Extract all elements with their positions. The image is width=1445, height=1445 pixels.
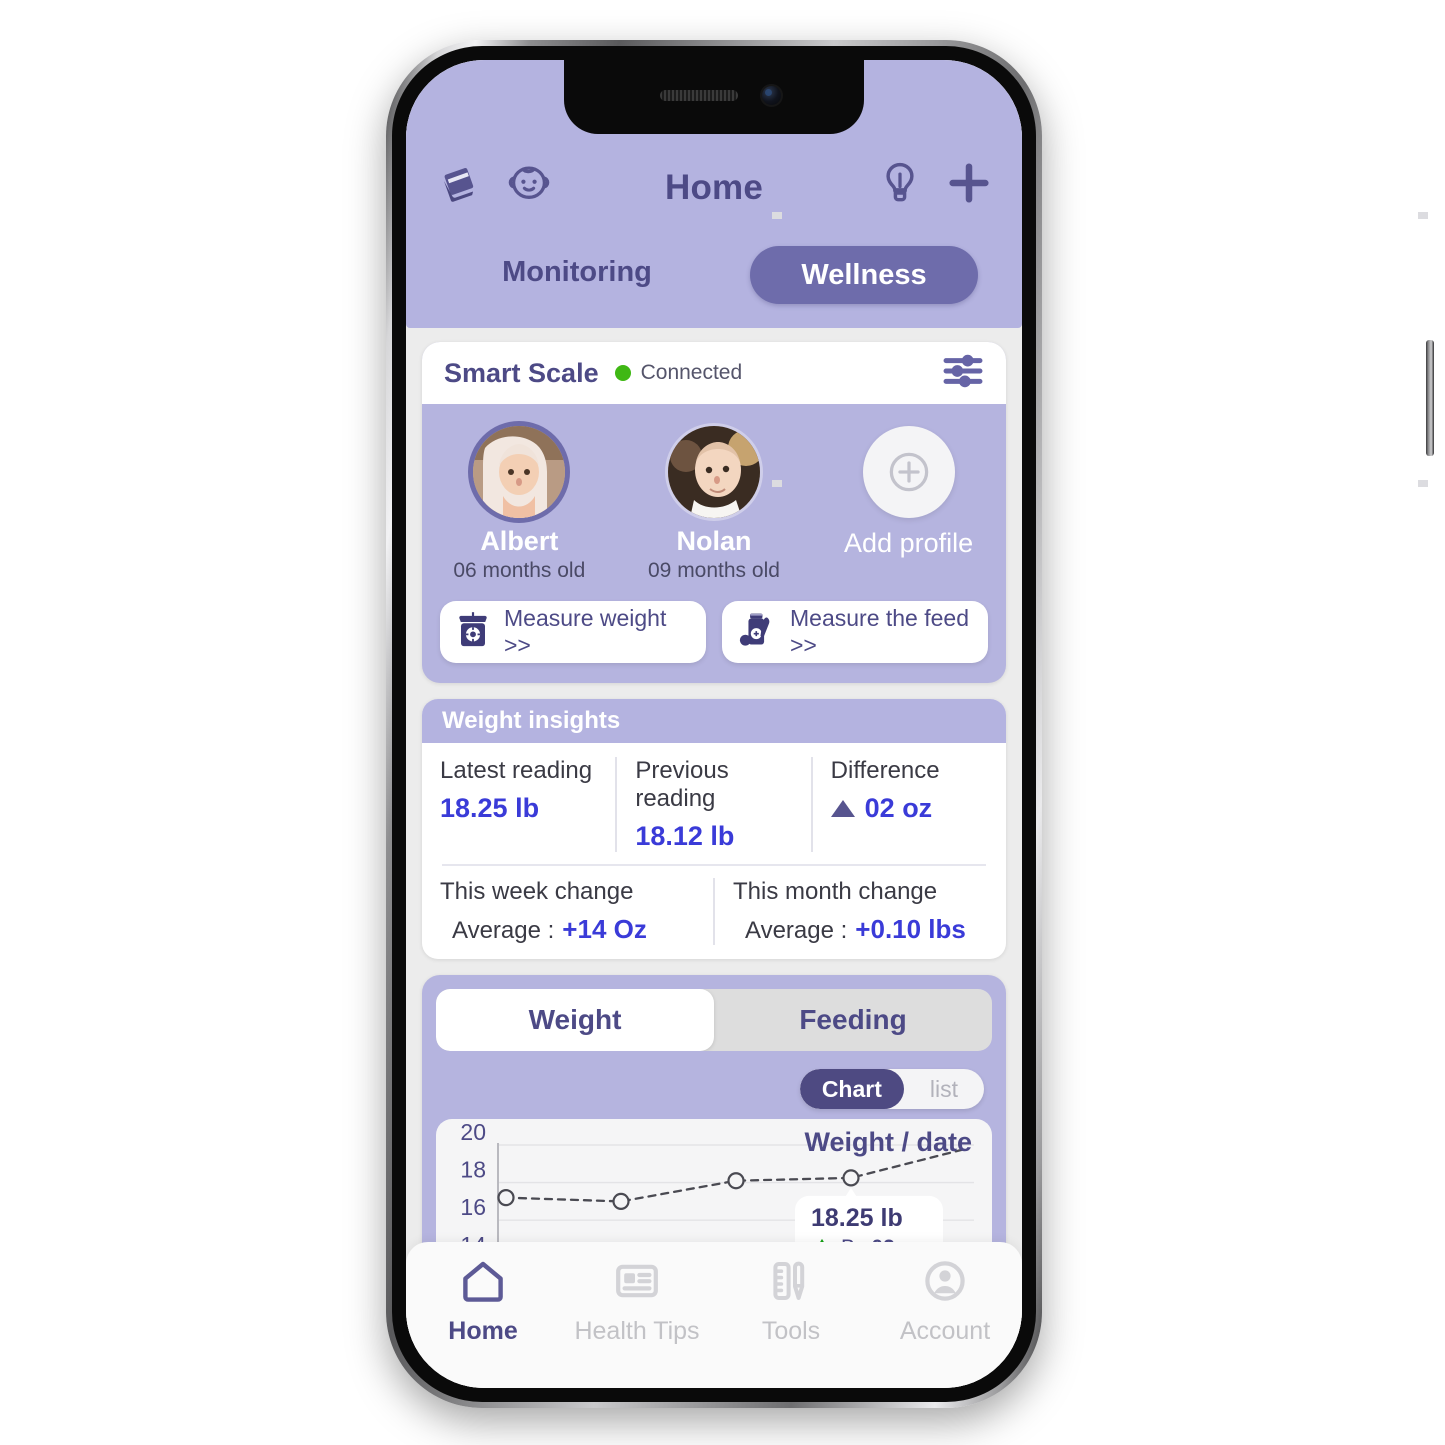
latest-reading-cell: Latest reading 18.25 lb — [422, 757, 615, 852]
tooltip-value: 18.25 lb — [811, 1204, 903, 1232]
y-axis-tick: 20 — [460, 1119, 486, 1145]
avatar-wrap — [422, 426, 617, 518]
front-camera — [760, 84, 783, 107]
previous-reading-label: Previous reading — [635, 757, 729, 812]
week-change-average: Average : +14 Oz — [440, 914, 695, 945]
profile-list: Albert 06 months old Nolan 09 months old… — [422, 404, 1006, 587]
tab-account-label: Account — [899, 1317, 991, 1345]
measure-weight-label: Measure weight >> — [504, 605, 667, 658]
insights-row-secondary: This week change Average : +14 Oz This mo… — [422, 866, 1006, 959]
avatar — [667, 426, 760, 518]
month-change-cell: This month change Average : +0.10 lbs — [713, 878, 1006, 945]
tab-tools-label: Tools — [761, 1317, 821, 1345]
add-profile-button[interactable]: Add profile — [811, 426, 1006, 583]
chart-data-point — [612, 1192, 630, 1211]
kitchen-scale-icon — [454, 610, 492, 655]
screenshot-stage: Home Monitoring Wellness Smart Scale Con… — [0, 0, 1445, 1445]
phone-power-button[interactable] — [1426, 340, 1434, 456]
phone-screen: Home Monitoring Wellness Smart Scale Con… — [406, 60, 1022, 1388]
article-icon — [616, 1264, 658, 1298]
profile-albert[interactable]: Albert 06 months old — [422, 426, 617, 583]
avatar-wrap — [617, 426, 812, 518]
lightbulb-icon[interactable] — [878, 160, 922, 211]
weight-insights-title: Weight insights — [442, 707, 621, 734]
previous-reading-cell: Previous reading 18.12 lb — [615, 757, 810, 852]
smart-scale-title: Smart Scale — [444, 357, 599, 388]
tab-health-tips[interactable]: Health Tips — [560, 1256, 714, 1346]
measure-feed-button[interactable]: Measure the feed >> — [722, 601, 988, 663]
ruler-pencil-icon — [773, 1261, 805, 1300]
phone-notch — [564, 60, 864, 134]
y-axis-tick: 16 — [460, 1194, 486, 1220]
tab-account[interactable]: Account — [868, 1256, 1022, 1346]
y-axis-tick: 18 — [460, 1157, 486, 1183]
chart-segment-control: Weight Feeding — [436, 989, 992, 1051]
sliders-icon[interactable] — [942, 354, 984, 393]
difference-label: Difference — [830, 757, 940, 784]
profile-age: 09 months old — [648, 559, 780, 582]
week-change-label: This week change — [440, 878, 634, 905]
month-change-average: Average : +0.10 lbs — [733, 914, 988, 945]
chart-title: Weight / date — [804, 1127, 972, 1157]
feeding-bottle-icon — [736, 610, 778, 655]
connection-status-label: Connected — [640, 361, 743, 384]
connection-status-dot — [614, 365, 631, 381]
measure-weight-button[interactable]: Measure weight >> — [440, 601, 706, 663]
avatar — [473, 426, 566, 518]
profile-name: Nolan — [676, 526, 752, 556]
phone-frame: Home Monitoring Wellness Smart Scale Con… — [386, 40, 1434, 1408]
app-root: Home Monitoring Wellness Smart Scale Con… — [406, 60, 1022, 1388]
phone-bezel: Home Monitoring Wellness Smart Scale Con… — [392, 46, 1036, 1402]
plus-circle-icon — [862, 426, 955, 518]
weight-insights-card: Weight insights Latest reading 18.25 lb … — [422, 699, 1006, 959]
week-change-cell: This week change Average : +14 Oz — [422, 878, 713, 945]
tab-home-label: Home — [448, 1317, 518, 1345]
smart-scale-header: Smart Scale Connected — [422, 342, 1006, 404]
chart-data-point — [727, 1172, 745, 1190]
home-icon — [463, 1261, 503, 1302]
difference-value-row: 02 oz — [830, 793, 988, 824]
scroll-content[interactable]: Smart Scale Connected Albert 06 months o… — [406, 328, 1022, 1388]
view-toggle-row: Chart list — [436, 1051, 992, 1119]
difference-cell: Difference 02 oz — [810, 757, 1006, 852]
measure-actions: Measure weight >> Measure the feed >> — [422, 587, 1006, 683]
segment-weight[interactable]: Weight — [436, 989, 714, 1051]
profile-age: 06 months old — [453, 559, 586, 582]
page-title: Home — [664, 168, 764, 207]
month-change-label: This month change — [733, 878, 938, 905]
tab-wellness[interactable]: Wellness — [750, 246, 978, 304]
chart-data-point — [497, 1189, 515, 1207]
segment-feeding[interactable]: Feeding — [714, 989, 992, 1051]
tab-tools[interactable]: Tools — [714, 1256, 868, 1346]
toggle-list[interactable]: list — [904, 1069, 984, 1109]
tab-monitoring[interactable]: Monitoring — [452, 256, 702, 289]
month-average-value: +0.10 lbs — [855, 914, 966, 944]
insights-row-primary: Latest reading 18.25 lb Previous reading… — [422, 743, 1006, 864]
smart-scale-card: Smart Scale Connected Albert 06 months o… — [422, 342, 1006, 683]
weight-insights-header: Weight insights — [422, 699, 1006, 743]
difference-value: 02 oz — [864, 793, 933, 823]
week-average-value: +14 Oz — [562, 914, 647, 944]
tab-home[interactable]: Home — [406, 1256, 560, 1346]
earpiece-speaker — [660, 90, 738, 101]
toggle-chart[interactable]: Chart — [799, 1069, 904, 1109]
user-circle-icon — [925, 1261, 965, 1301]
measure-feed-label: Measure the feed >> — [790, 605, 970, 658]
latest-reading-value: 18.25 lb — [440, 793, 540, 823]
tab-health-tips-label: Health Tips — [574, 1317, 700, 1345]
latest-reading-label: Latest reading — [440, 757, 593, 784]
profile-name: Albert — [480, 526, 559, 556]
header-toolbar: Home — [406, 156, 1022, 226]
header-tabs: Monitoring Wellness — [406, 246, 1022, 308]
month-average-label: Average : — [745, 917, 848, 944]
trend-up-icon — [830, 800, 855, 817]
bottom-tab-bar: Home Health Tips Tools Account — [406, 1242, 1022, 1388]
chart-data-point — [842, 1169, 860, 1187]
view-toggle: Chart list — [799, 1069, 984, 1109]
plus-icon[interactable] — [946, 160, 992, 211]
week-average-label: Average : — [452, 917, 555, 944]
add-profile-label: Add profile — [844, 528, 974, 558]
previous-reading-value: 18.12 lb — [635, 821, 735, 851]
profile-nolan[interactable]: Nolan 09 months old — [617, 426, 812, 583]
